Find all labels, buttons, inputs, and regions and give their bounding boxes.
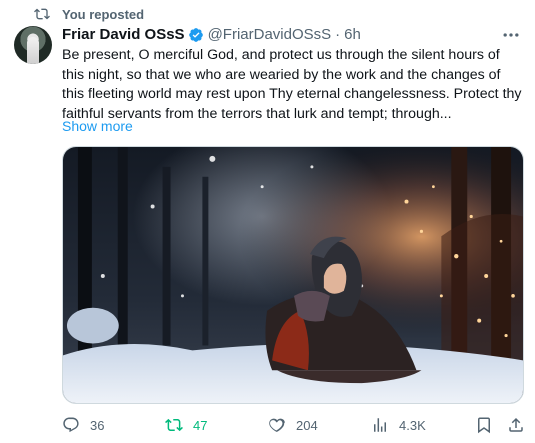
views-icon <box>374 418 386 432</box>
repost-icon <box>34 8 50 20</box>
tweet-header: Friar David OSsS @FriarDavidOSsS · 6h <box>62 26 361 43</box>
reply-count: 36 <box>90 417 105 433</box>
bookmark-icon <box>478 417 490 434</box>
more-options-icon[interactable] <box>501 25 521 45</box>
avatar[interactable] <box>14 26 52 64</box>
share-icon <box>509 417 523 432</box>
share-button[interactable] <box>507 414 535 436</box>
show-more-link[interactable]: Show more <box>62 118 133 134</box>
separator-dot: · <box>335 26 341 43</box>
timestamp[interactable]: 6h <box>344 26 361 43</box>
repost-count: 47 <box>193 417 208 433</box>
repost-context: You reposted <box>34 6 144 22</box>
author-name[interactable]: Friar David OSsS <box>62 26 185 43</box>
like-icon <box>269 418 285 432</box>
repost-button[interactable]: 47 <box>165 414 207 436</box>
verified-badge-icon[interactable] <box>188 27 204 43</box>
like-button[interactable]: 204 <box>268 414 318 436</box>
reply-icon <box>63 417 79 433</box>
repost-context-label: You reposted <box>62 6 145 22</box>
reply-button[interactable]: 36 <box>62 414 104 436</box>
views-button[interactable]: 4.3K <box>371 414 426 436</box>
bookmark-button[interactable] <box>475 414 503 436</box>
tweet-text: Be present, O merciful God, and protect … <box>62 47 522 122</box>
tweet-media-image[interactable] <box>62 146 524 404</box>
author-handle[interactable]: @FriarDavidOSsS <box>208 26 332 43</box>
repost-icon <box>165 418 183 432</box>
tweet-actions: 36 47 204 4.3K <box>62 414 532 436</box>
like-count: 204 <box>296 417 318 433</box>
views-count: 4.3K <box>399 417 426 433</box>
